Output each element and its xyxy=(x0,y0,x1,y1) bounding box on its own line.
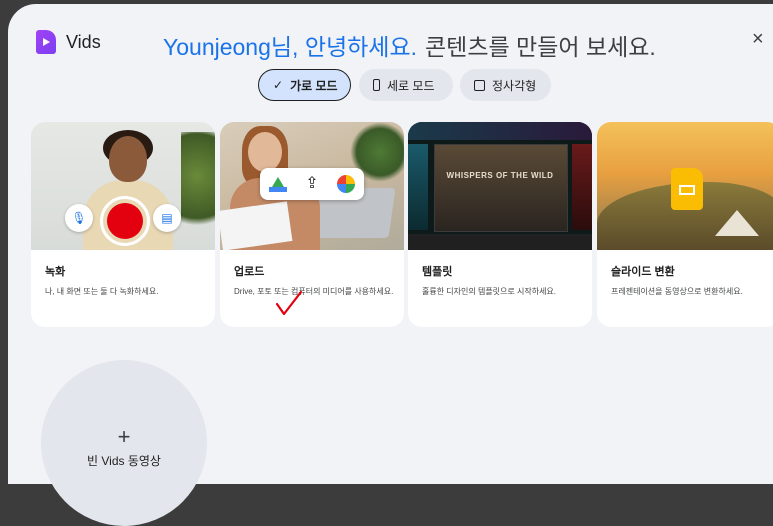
check-icon: ✓ xyxy=(273,78,284,92)
greeting-name: Younjeong님, 안녕하세요. xyxy=(163,34,418,60)
google-drive-icon[interactable] xyxy=(269,176,288,192)
mic-icon[interactable]: 🎙 xyxy=(65,204,93,232)
blank-video-label: 빈 Vids 동영상 xyxy=(87,454,161,468)
greeting: Younjeong님, 안녕하세요. 콘텐츠를 만들어 보세요. xyxy=(163,28,656,62)
card-description: Drive, 포토 또는 컴퓨터의 미디어를 사용하세요. xyxy=(234,287,394,296)
card-thumbnail: 🎙 ▤ xyxy=(31,122,215,250)
plus-icon: + xyxy=(117,424,131,449)
google-slides-icon xyxy=(671,168,703,210)
card-record[interactable]: 🎙 ▤ 녹화 나, 내 화면 또는 둘 다 녹화하세요. xyxy=(31,122,215,327)
mode-label: 정사각형 xyxy=(492,78,537,93)
card-title: 녹화 xyxy=(45,266,66,278)
mode-square-button[interactable]: 정사각형 xyxy=(460,69,551,101)
card-thumbnail: WHISPERS OF THE WILD xyxy=(408,122,592,250)
card-title: 템플릿 xyxy=(422,266,453,278)
mode-label: 세로 모드 xyxy=(387,78,435,93)
slides-doc-icon[interactable]: ▤ xyxy=(153,204,181,232)
portrait-icon xyxy=(373,79,380,91)
upload-source-toolbar: ⇪ xyxy=(260,168,364,200)
template-preview-title: WHISPERS OF THE WILD xyxy=(446,171,554,180)
card-upload[interactable]: ⇪ 업로드 Drive, 포토 또는 컴퓨터의 미디어를 사용하세요. xyxy=(220,122,404,327)
card-description: 프레젠테이션을 동영상으로 변환하세요. xyxy=(611,287,743,296)
card-template[interactable]: WHISPERS OF THE WILD 템플릿 훌륭한 디자인의 템플릿으로 … xyxy=(408,122,592,327)
upload-icon[interactable]: ⇪ xyxy=(305,176,318,192)
record-icon[interactable] xyxy=(100,196,150,246)
google-photos-icon[interactable] xyxy=(336,175,355,193)
plant-image xyxy=(181,132,215,242)
card-title: 업로드 xyxy=(234,266,265,278)
card-thumbnail: ⇪ xyxy=(220,122,404,250)
greeting-subtitle: 콘텐츠를 만들어 보세요. xyxy=(425,34,656,60)
orientation-modes: ✓ 가로 모드 세로 모드 정사각형 xyxy=(8,69,773,107)
card-title: 슬라이드 변환 xyxy=(611,266,675,278)
create-dialog: Vids Younjeong님, 안녕하세요. 콘텐츠를 만들어 보세요. × ✓… xyxy=(8,4,773,526)
mode-landscape-button[interactable]: ✓ 가로 모드 xyxy=(258,69,351,101)
mode-portrait-button[interactable]: 세로 모드 xyxy=(359,69,453,101)
card-description: 나, 내 화면 또는 둘 다 녹화하세요. xyxy=(45,287,159,296)
blank-video-button[interactable]: + 빈 Vids 동영상 xyxy=(41,360,207,526)
app-name: Vids xyxy=(66,32,101,52)
tent-image xyxy=(715,210,759,236)
mode-label: 가로 모드 xyxy=(290,78,338,93)
square-icon xyxy=(474,79,485,91)
card-description: 훌륭한 디자인의 템플릿으로 시작하세요. xyxy=(422,287,557,296)
annotation-checkmark xyxy=(275,290,303,316)
card-thumbnail xyxy=(597,122,773,250)
vids-logo-icon xyxy=(36,30,56,54)
close-icon[interactable]: × xyxy=(752,28,764,51)
card-slides-convert[interactable]: 슬라이드 변환 프레젠테이션을 동영상으로 변환하세요. xyxy=(597,122,773,327)
template-preview xyxy=(434,144,568,232)
